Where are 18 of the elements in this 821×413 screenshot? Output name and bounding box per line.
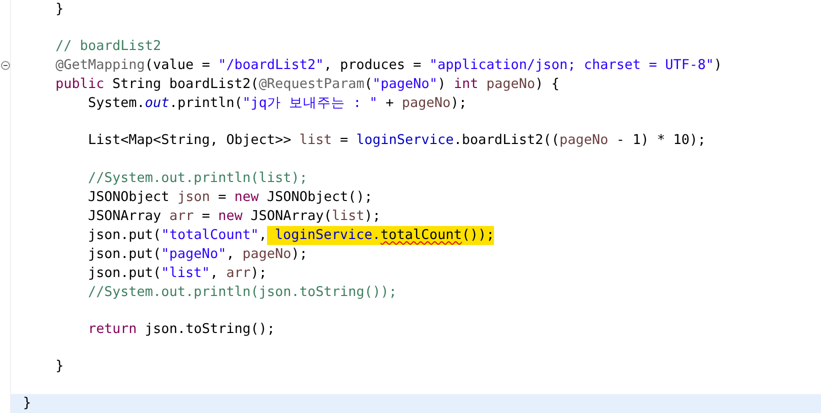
- code-text: JSONObject json = new JSONObject();: [87, 188, 373, 207]
- code-text: List<Map<String, Object>> list = loginService.boardList2((pageNo - 1) * 10);: [87, 131, 706, 150]
- code-text: JSONArray arr = new JSONArray(list);: [87, 206, 381, 226]
- code-text: json.put("list", arr);: [87, 264, 267, 283]
- code-text: return json.toString();: [87, 320, 275, 339]
- code-text: }: [54, 0, 64, 19]
- code-text: //System.out.println(list);: [87, 168, 308, 188]
- code-text: // boardList2: [54, 37, 162, 56]
- code-text: json.put("totalCount",: [87, 226, 267, 245]
- code-text: }: [54, 356, 64, 376]
- code-text: //System.out.println(json.toString());: [87, 282, 397, 302]
- highlighted-code: loginService.totalCount());: [266, 226, 494, 245]
- code-text: }: [23, 394, 32, 413]
- code-text: json.put("pageNo", pageNo);: [87, 244, 308, 264]
- collapse-icon[interactable]: [0, 61, 10, 70]
- code-text: System.out.println("jq가 보내주는 : " + pageNo);: [87, 94, 467, 114]
- code-text: public String boardList2(@RequestParam("pageNo") int pageNo) {: [54, 75, 560, 94]
- code-text: @GetMapping(value = "/boardList2", produces = "application/json; charset = UTF-8"): [54, 56, 722, 76]
